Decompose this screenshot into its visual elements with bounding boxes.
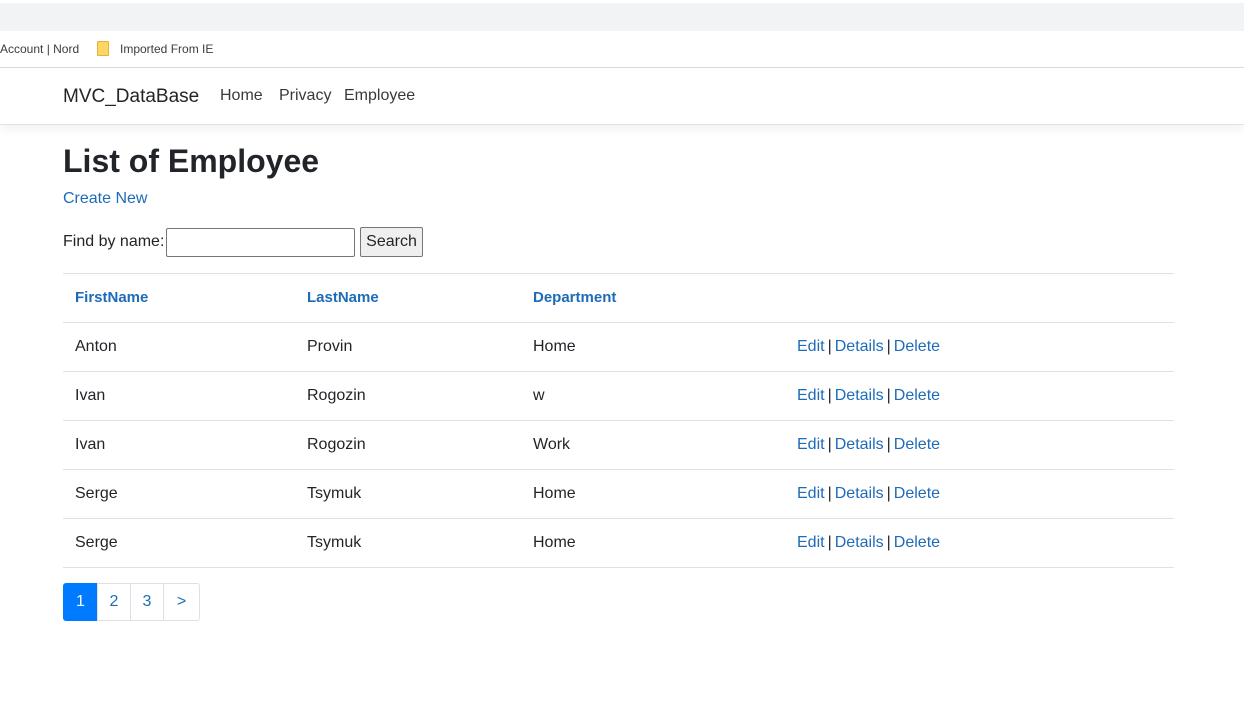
next-page-button[interactable]: > xyxy=(163,583,200,621)
bookmarks-bar: Account | Nord Imported From IE xyxy=(0,31,1244,68)
cell-lastname: Provin xyxy=(295,322,521,372)
delete-link[interactable]: Delete xyxy=(894,338,940,355)
cell-lastname: Tsymuk xyxy=(295,518,521,568)
nav-home[interactable]: Home xyxy=(220,87,263,105)
sort-department-link[interactable]: Department xyxy=(533,289,616,306)
separator: | xyxy=(827,485,832,502)
header-lastname: LastName xyxy=(295,273,521,323)
separator: | xyxy=(886,387,891,404)
details-link[interactable]: Details xyxy=(835,436,884,453)
separator: | xyxy=(886,534,891,551)
navbar: MVC_DataBase Home Privacy Employee xyxy=(0,68,1244,125)
header-actions xyxy=(785,273,1174,323)
edit-link[interactable]: Edit xyxy=(797,485,825,502)
search-button[interactable]: Search xyxy=(360,227,423,257)
browser-toolbar-strip xyxy=(0,3,1244,31)
separator: | xyxy=(827,534,832,551)
cell-actions: Edit | Details | Delete xyxy=(785,469,1174,519)
details-link[interactable]: Details xyxy=(835,534,884,551)
page-2-button[interactable]: 2 xyxy=(97,583,131,621)
separator: | xyxy=(827,387,832,404)
details-link[interactable]: Details xyxy=(835,387,884,404)
cell-department: Home xyxy=(521,469,785,519)
table-row: Serge Tsymuk Home Edit | Details | Delete xyxy=(63,469,1174,519)
delete-link[interactable]: Delete xyxy=(894,534,940,551)
sort-lastname-link[interactable]: LastName xyxy=(307,289,379,306)
create-new-link[interactable]: Create New xyxy=(63,190,147,208)
cell-firstname: Ivan xyxy=(63,420,295,470)
header-firstname: FirstName xyxy=(63,273,295,323)
bookmark-account[interactable]: Account | Nord xyxy=(0,42,79,56)
delete-link[interactable]: Delete xyxy=(894,387,940,404)
search-label: Find by name: xyxy=(63,233,165,250)
cell-lastname: Rogozin xyxy=(295,420,521,470)
sort-firstname-link[interactable]: FirstName xyxy=(75,289,148,306)
cell-department: Work xyxy=(521,420,785,470)
nav-privacy[interactable]: Privacy xyxy=(279,87,331,105)
page-3-button[interactable]: 3 xyxy=(130,583,164,621)
cell-firstname: Serge xyxy=(63,469,295,519)
cell-actions: Edit | Details | Delete xyxy=(785,518,1174,568)
table-row: Ivan Rogozin Work Edit | Details | Delete xyxy=(63,420,1174,470)
details-link[interactable]: Details xyxy=(835,338,884,355)
cell-firstname: Ivan xyxy=(63,371,295,421)
folder-icon xyxy=(97,41,109,56)
cell-firstname: Anton xyxy=(63,322,295,372)
header-department: Department xyxy=(521,273,785,323)
edit-link[interactable]: Edit xyxy=(797,338,825,355)
separator: | xyxy=(886,485,891,502)
page-title: List of Employee xyxy=(63,143,320,179)
table-header-row: FirstName LastName Department xyxy=(63,273,1174,323)
separator: | xyxy=(886,436,891,453)
delete-link[interactable]: Delete xyxy=(894,485,940,502)
cell-actions: Edit | Details | Delete xyxy=(785,371,1174,421)
cell-firstname: Serge xyxy=(63,518,295,568)
separator: | xyxy=(827,436,832,453)
pagination: 1 2 3 > xyxy=(63,583,200,621)
cell-actions: Edit | Details | Delete xyxy=(785,322,1174,372)
cell-department: Home xyxy=(521,322,785,372)
search-input[interactable] xyxy=(166,228,355,257)
cell-actions: Edit | Details | Delete xyxy=(785,420,1174,470)
details-link[interactable]: Details xyxy=(835,485,884,502)
edit-link[interactable]: Edit xyxy=(797,436,825,453)
brand-link[interactable]: MVC_DataBase xyxy=(63,86,199,108)
bookmark-imported[interactable]: Imported From IE xyxy=(120,42,213,56)
employee-table: FirstName LastName Department Anton Prov… xyxy=(63,273,1174,568)
table-row: Anton Provin Home Edit | Details | Delete xyxy=(63,322,1174,372)
page-1-button[interactable]: 1 xyxy=(63,583,98,621)
cell-lastname: Rogozin xyxy=(295,371,521,421)
nav-employee[interactable]: Employee xyxy=(344,87,415,105)
separator: | xyxy=(886,338,891,355)
cell-lastname: Tsymuk xyxy=(295,469,521,519)
edit-link[interactable]: Edit xyxy=(797,534,825,551)
edit-link[interactable]: Edit xyxy=(797,387,825,404)
delete-link[interactable]: Delete xyxy=(894,436,940,453)
table-row: Serge Tsymuk Home Edit | Details | Delete xyxy=(63,518,1174,568)
table-row: Ivan Rogozin w Edit | Details | Delete xyxy=(63,371,1174,421)
separator: | xyxy=(827,338,832,355)
cell-department: Home xyxy=(521,518,785,568)
cell-department: w xyxy=(521,371,785,421)
